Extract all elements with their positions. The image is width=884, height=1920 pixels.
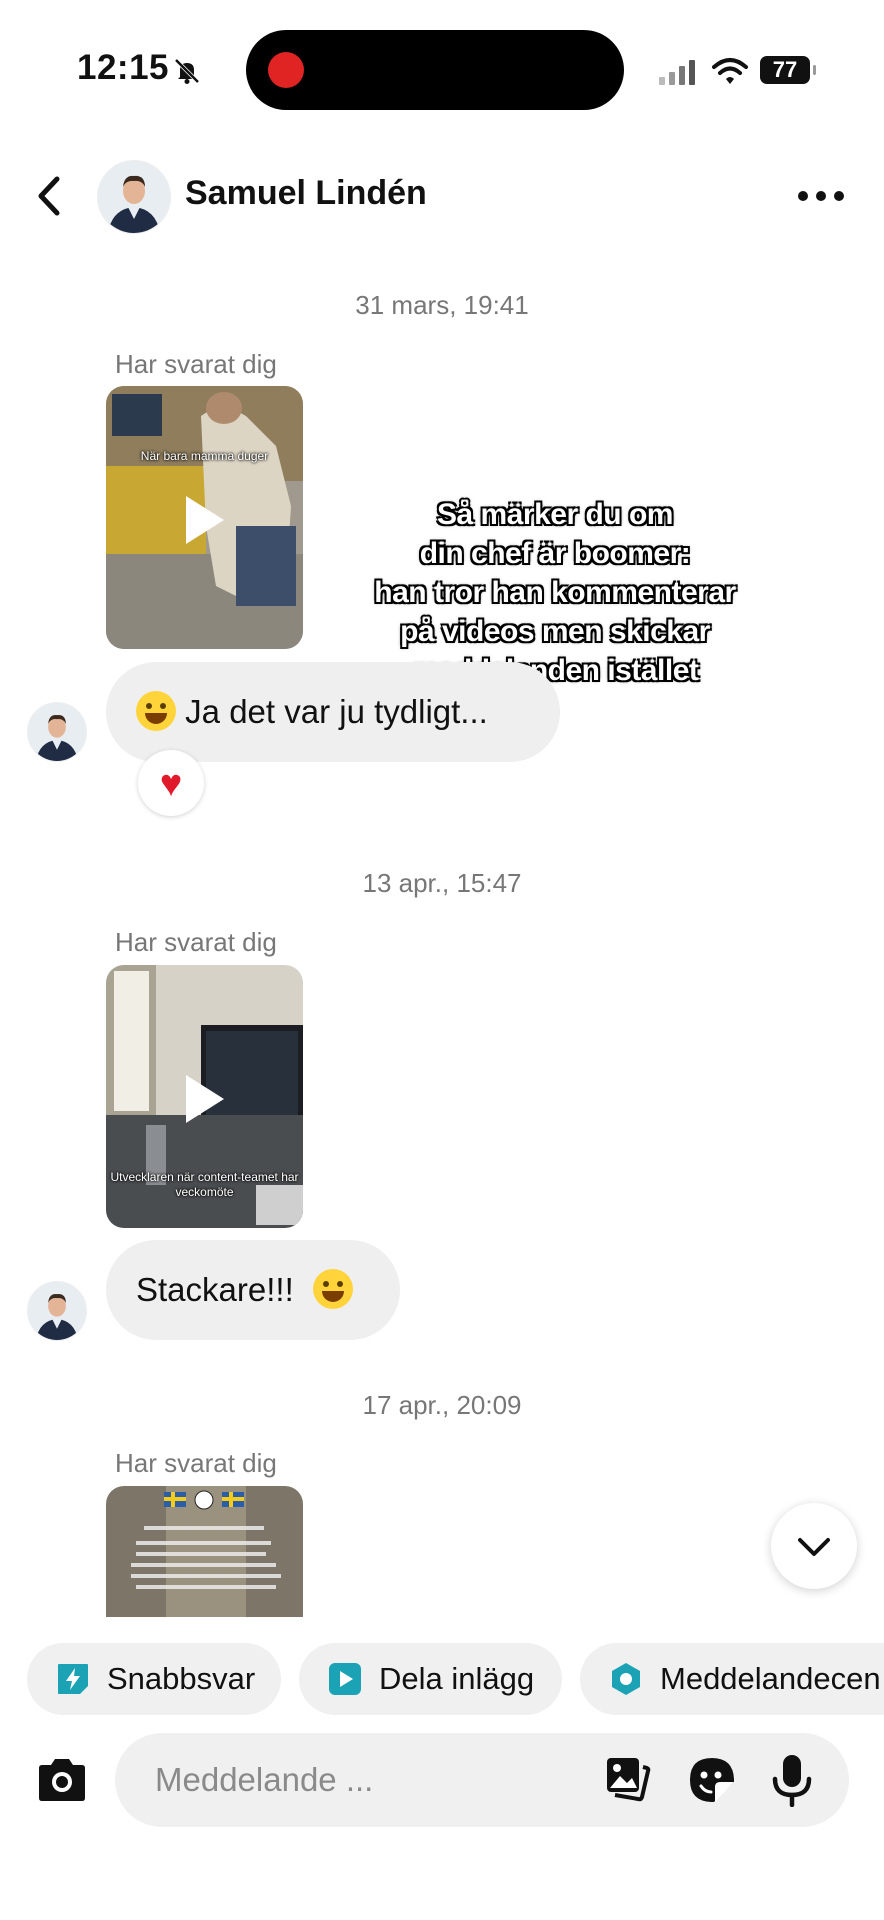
share-post-chip[interactable]: Dela inlägg xyxy=(299,1643,562,1715)
sender-avatar[interactable] xyxy=(27,1281,87,1341)
hexagon-icon xyxy=(612,1663,640,1695)
play-icon xyxy=(186,496,224,544)
message-text: Stackare!!! xyxy=(136,1271,294,1308)
message-placeholder: Meddelande ... xyxy=(155,1761,374,1798)
message-bubble[interactable]: Ja det var ju tydligt... xyxy=(106,662,560,762)
more-options-icon[interactable] xyxy=(796,184,846,208)
signal-icon xyxy=(659,60,695,85)
grinning-sweat-emoji-icon xyxy=(312,1269,353,1310)
contact-name[interactable]: Samuel Lindén xyxy=(185,174,427,213)
microphone-icon[interactable] xyxy=(771,1753,813,1807)
contact-avatar[interactable] xyxy=(97,160,171,234)
play-icon xyxy=(186,1075,224,1123)
lightning-icon xyxy=(58,1664,88,1694)
quick-reply-chip[interactable]: Snabbsvar xyxy=(27,1643,281,1715)
gallery-icon[interactable] xyxy=(603,1755,653,1805)
message-bubble[interactable]: Stackare!!! xyxy=(106,1240,400,1340)
dynamic-island xyxy=(246,30,624,110)
battery-indicator: 77 xyxy=(760,56,816,84)
video-thumbnail[interactable]: När bara mamma duger xyxy=(106,386,303,649)
date-separator: 13 apr., 15:47 xyxy=(362,868,522,898)
bell-muted-icon xyxy=(174,58,200,84)
back-arrow-icon[interactable] xyxy=(30,172,70,222)
play-square-icon xyxy=(329,1663,361,1695)
recording-dot xyxy=(268,52,304,88)
chip-label: Dela inlägg xyxy=(379,1661,535,1696)
video-caption: Utvecklaren när content-teamet har vecko… xyxy=(110,1170,299,1199)
status-time: 12:15 xyxy=(77,48,170,87)
chip-label: Snabbsvar xyxy=(107,1661,256,1696)
date-separator: 17 apr., 20:09 xyxy=(362,1390,522,1420)
camera-icon[interactable] xyxy=(35,1756,89,1804)
video-caption: När bara mamma duger xyxy=(140,449,269,463)
sender-avatar[interactable] xyxy=(27,702,87,762)
sticker-icon[interactable] xyxy=(687,1755,737,1805)
replied-label: Har svarat dig xyxy=(115,927,277,957)
overlay-caption: Så märker du om din chef är boomer: han … xyxy=(374,498,736,687)
wifi-icon xyxy=(712,58,748,84)
date-separator: 31 mars, 19:41 xyxy=(355,290,529,320)
chip-label: Meddelandecen xyxy=(660,1661,881,1696)
grinning-sweat-emoji-icon xyxy=(136,691,176,732)
message-text: Ja det var ju tydligt... xyxy=(185,693,488,730)
heart-reaction[interactable]: ♥ xyxy=(138,750,204,816)
replied-label: Har svarat dig xyxy=(115,349,277,379)
chevron-down-icon xyxy=(798,1538,830,1556)
message-center-chip[interactable]: Meddelandecen xyxy=(580,1643,884,1715)
video-thumbnail[interactable] xyxy=(106,1486,303,1617)
replied-label: Har svarat dig xyxy=(115,1448,277,1478)
message-input[interactable]: Meddelande ... xyxy=(115,1733,849,1827)
scroll-to-bottom-button[interactable] xyxy=(771,1503,857,1589)
video-thumbnail[interactable]: Utvecklaren när content-teamet har vecko… xyxy=(106,965,303,1228)
